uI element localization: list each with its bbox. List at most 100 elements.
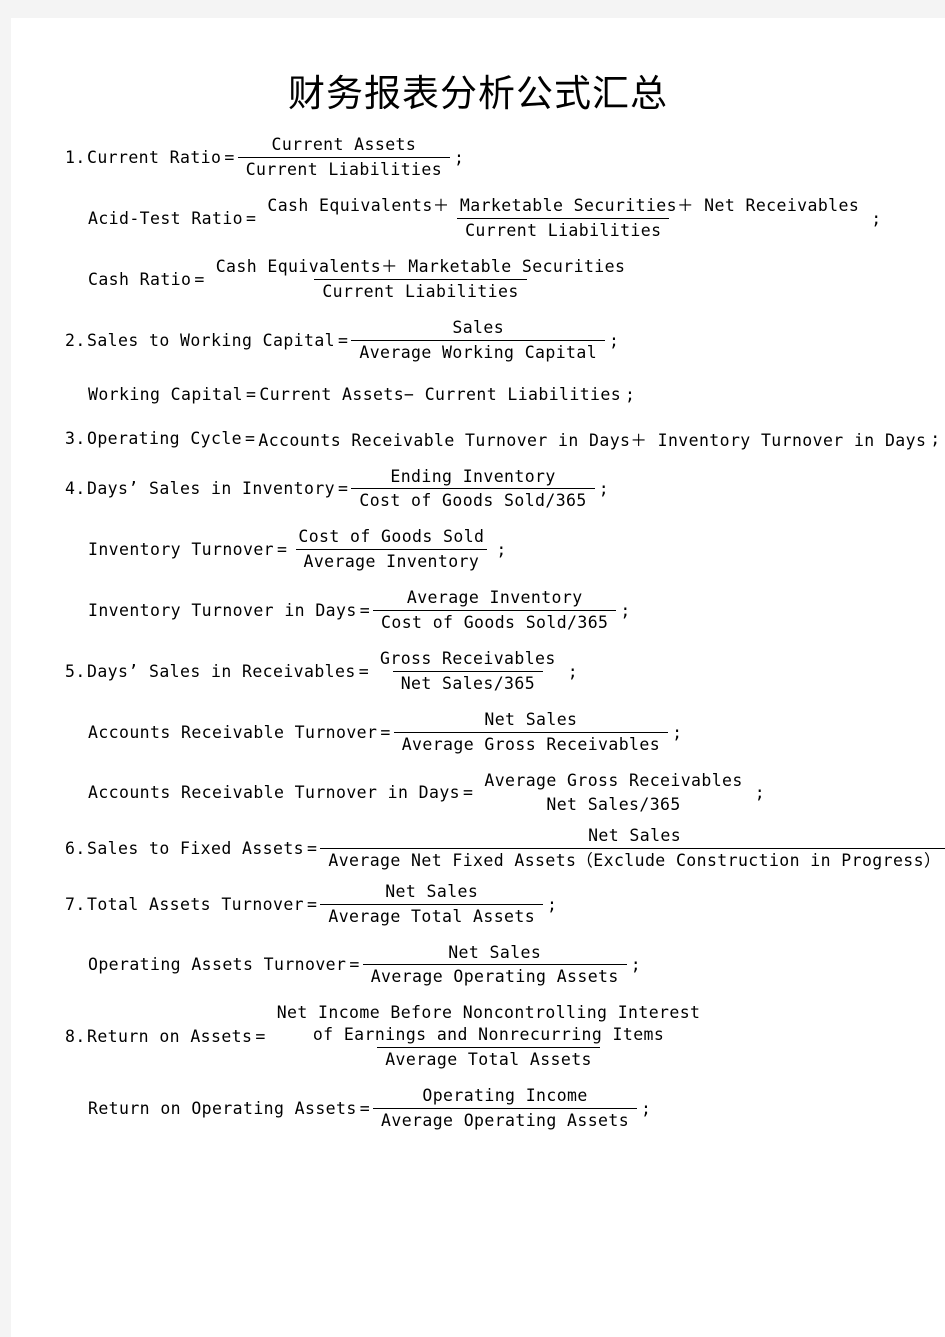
formula-name: Accounts Receivable Turnover [88, 722, 378, 742]
formula-name: Total Assets Turnover [87, 894, 305, 914]
terminator: ; [454, 147, 465, 167]
equals-sign: = [349, 955, 360, 975]
formula-row-operating-assets-turnover: Operating Assets Turnover = Net Sales Av… [88, 942, 945, 989]
fraction-numerator: Average Inventory [406, 588, 583, 608]
fraction: Gross Receivables Net Sales/365 [372, 648, 564, 695]
equals-sign: = [307, 838, 318, 858]
formula-name: Accounts Receivable Turnover in Days [88, 783, 461, 803]
fraction-denominator: Average Net Fixed Assets（Exclude Constru… [320, 847, 945, 872]
formula-row-return-on-operating-assets: Return on Operating Assets = Operating I… [88, 1085, 945, 1132]
formula-row-inventory-turnover: Inventory Turnover = Cost of Goods Sold … [88, 526, 945, 573]
fraction: Cash Equivalents＋ Marketable Securities … [208, 256, 634, 303]
formula-row-acid-test-ratio: Acid-Test Ratio = Cash Equivalents＋ Mark… [88, 195, 945, 242]
formula-row-return-on-assets: 8. Return on Assets = Net Income Before … [65, 1002, 945, 1071]
fraction-numerator: Sales [452, 317, 505, 337]
equals-sign: = [307, 894, 318, 914]
formula-row-current-ratio: 1. Current Ratio = Current Assets Curren… [65, 134, 945, 181]
fraction-denominator: Average Working Capital [351, 339, 606, 364]
formula-name: Operating Assets Turnover [88, 955, 347, 975]
fraction-numerator: Net Sales [588, 825, 682, 845]
fraction-numerator: Net Sales [484, 710, 578, 729]
fraction-numerator: Net Sales [448, 942, 542, 962]
equals-sign: = [359, 1099, 371, 1119]
fraction-numerator-line-1: Net Income Before Noncontrolling Interes… [276, 1003, 701, 1023]
terminator: ; [871, 208, 882, 228]
formula-name: Days’ Sales in Inventory [87, 479, 336, 499]
fraction: Cost of Goods Sold Average Inventory [290, 526, 492, 573]
formula-number: 8. [65, 1027, 86, 1047]
equals-sign: = [358, 662, 370, 682]
formula-name: Return on Assets [87, 1027, 253, 1047]
fraction-denominator: Current Liabilities [237, 156, 451, 181]
fraction: Cash Equivalents＋ Marketable Securities＋… [259, 195, 867, 242]
equals-sign: = [194, 269, 205, 289]
formula-row-cash-ratio: Cash Ratio = Cash Equivalents＋ Marketabl… [88, 256, 945, 303]
formula-name: Return on Operating Assets [88, 1099, 357, 1119]
terminator: ; [598, 479, 610, 499]
formula-expression: Current Assets− Current Liabilities [259, 385, 622, 404]
equals-sign: = [255, 1027, 266, 1047]
formula-number: 4. [65, 479, 86, 499]
formula-number: 3. [65, 429, 86, 448]
formula-name: Days’ Sales in Receivables [87, 662, 356, 682]
formula-row-inventory-turnover-in-days: Inventory Turnover in Days = Average Inv… [88, 587, 945, 634]
fraction-numerator: Operating Income [422, 1086, 588, 1106]
fraction-denominator: Average Gross Receivables [393, 731, 669, 756]
fraction: Sales Average Working Capital [351, 317, 606, 364]
terminator: ; [609, 330, 620, 350]
formula-number: 5. [65, 662, 86, 682]
fraction-numerator: Cash Equivalents＋ Marketable Securities＋… [267, 195, 860, 215]
fraction: Average Inventory Cost of Goods Sold/365 [373, 587, 617, 634]
formula-row-operating-cycle: 3. Operating Cycle = Accounts Receivable… [65, 426, 945, 452]
fraction-denominator: Net Sales/365 [392, 671, 544, 695]
fraction-denominator: Current Liabilities [314, 278, 527, 303]
formula-row-sales-to-working-capital: 2. Sales to Working Capital = Sales Aver… [65, 317, 945, 364]
formula-name: Acid-Test Ratio [88, 208, 244, 228]
formula-list: 1. Current Ratio = Current Assets Curren… [11, 134, 945, 1132]
terminator: ; [547, 894, 558, 914]
formula-row-total-assets-turnover: 7. Total Assets Turnover = Net Sales Ave… [65, 881, 945, 928]
fraction-denominator: Net Sales/365 [546, 794, 681, 814]
fraction-denominator: Cost of Goods Sold/365 [373, 610, 617, 634]
document-page: 财务报表分析公式汇总 1. Current Ratio = Current As… [11, 18, 945, 1337]
terminator: ; [630, 955, 642, 975]
formula-row-accounts-receivable-turnover-in-days: Accounts Receivable Turnover in Days = A… [88, 770, 945, 816]
formula-name: Inventory Turnover [88, 540, 275, 560]
formula-row-days-sales-in-receivables: 5. Days’ Sales in Receivables = Gross Re… [65, 648, 945, 695]
formula-name: Working Capital [88, 385, 244, 404]
fraction: Net Sales Average Total Assets [320, 881, 544, 928]
terminator: ; [625, 385, 636, 404]
fraction-denominator: Average Operating Assets [373, 1108, 638, 1132]
fraction-numerator: Average Gross Receivables [484, 770, 743, 790]
equals-sign: = [463, 783, 474, 803]
fraction-denominator: Average Operating Assets [362, 964, 627, 988]
equals-sign: = [246, 208, 257, 228]
fraction-denominator: Current Liabilities [457, 217, 670, 242]
fraction-numerator: Cash Equivalents＋ Marketable Securities [215, 256, 626, 276]
formula-number: 1. [65, 147, 86, 167]
equals-sign: = [338, 479, 349, 499]
terminator: ; [930, 429, 941, 448]
fraction-numerator: Cost of Goods Sold [298, 527, 485, 547]
terminator: ; [641, 1099, 652, 1119]
fraction: Operating Income Average Operating Asset… [373, 1085, 638, 1132]
formula-name: Sales to Working Capital [87, 330, 336, 350]
formula-name: Current Ratio [87, 147, 222, 167]
terminator: ; [672, 722, 683, 742]
fraction: Net Sales Average Gross Receivables [393, 709, 669, 756]
terminator: ; [496, 540, 507, 560]
formula-row-sales-to-fixed-assets: 6. Sales to Fixed Assets = Net Sales Ave… [65, 825, 945, 872]
terminator: ; [567, 662, 579, 682]
